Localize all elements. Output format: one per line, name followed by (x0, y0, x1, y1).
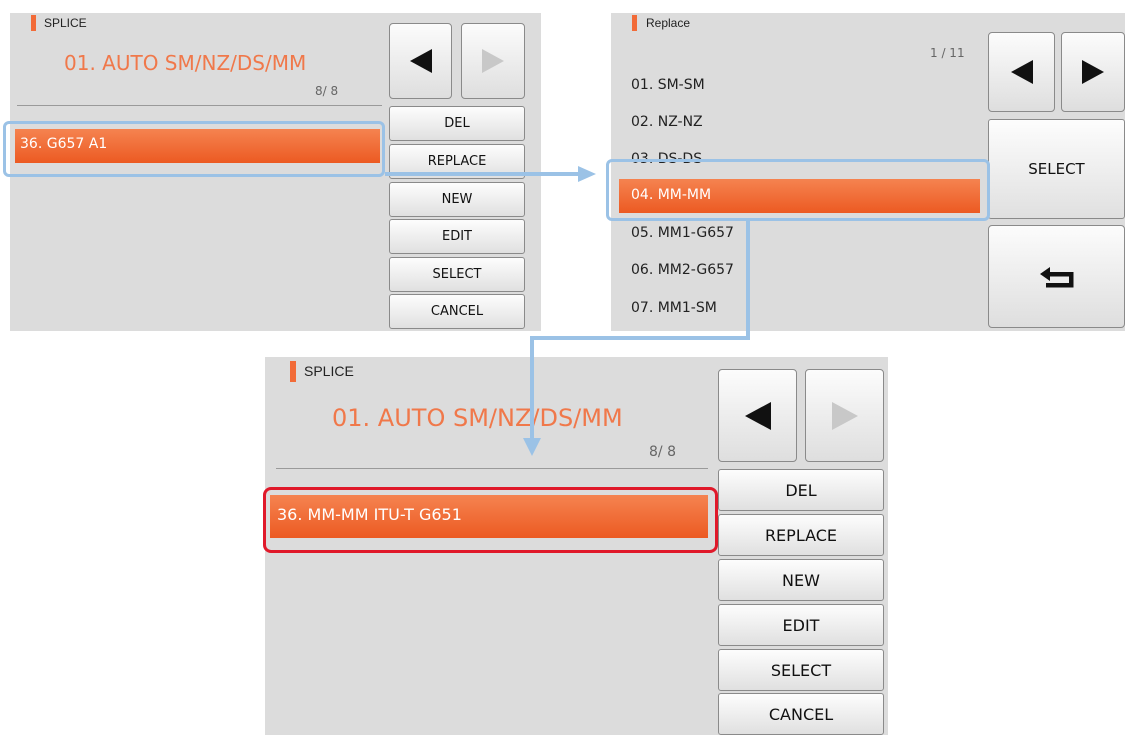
left-triangle-icon (409, 49, 432, 73)
replace-button[interactable]: REPLACE (718, 514, 884, 556)
cancel-button[interactable]: CANCEL (389, 294, 525, 329)
page-indicator: 8/ 8 (649, 444, 676, 460)
splice-mode-label: 01. AUTO SM/NZ/DS/MM (332, 404, 623, 432)
select-button[interactable]: SELECT (718, 649, 884, 691)
right-triangle-icon (482, 49, 504, 73)
list-item[interactable]: 07. MM1-SM (631, 300, 717, 316)
list-item[interactable]: 05. MM1-G657 (631, 225, 734, 241)
prev-page-button[interactable] (988, 32, 1055, 112)
title-accent-bar (31, 15, 36, 31)
next-page-button[interactable] (805, 369, 884, 462)
next-page-button[interactable] (1061, 32, 1125, 112)
page-indicator: 8/ 8 (315, 84, 339, 98)
screen-title: SPLICE (44, 16, 87, 30)
list-item[interactable]: 06. MM2-G657 (631, 262, 734, 278)
edit-button[interactable]: EDIT (718, 604, 884, 646)
title-accent-bar (632, 15, 637, 31)
new-button[interactable]: NEW (389, 182, 525, 217)
next-page-button[interactable] (461, 23, 525, 99)
flow-arrow-head (578, 166, 596, 182)
prev-page-button[interactable] (389, 23, 452, 99)
prev-page-button[interactable] (718, 369, 797, 462)
screen-title: SPLICE (304, 363, 354, 379)
new-button[interactable]: NEW (718, 559, 884, 601)
left-triangle-icon (1010, 60, 1033, 84)
del-button[interactable]: DEL (389, 106, 525, 141)
highlight-box-replace-source (3, 121, 385, 177)
screen-title: Replace (646, 16, 691, 30)
divider (276, 468, 708, 469)
cancel-button[interactable]: CANCEL (718, 693, 884, 735)
right-triangle-icon (831, 401, 858, 430)
highlight-box-replace-choice (606, 159, 990, 221)
select-button[interactable]: SELECT (988, 119, 1125, 219)
splice-mode-label: 01. AUTO SM/NZ/DS/MM (64, 51, 307, 75)
list-item[interactable]: 02. NZ-NZ (631, 114, 703, 130)
list-item[interactable]: 01. SM-SM (631, 77, 705, 93)
page-indicator: 1 / 11 (930, 46, 965, 60)
title-accent-bar (290, 361, 296, 382)
back-button[interactable] (988, 225, 1125, 328)
return-arrow-icon (1039, 266, 1073, 287)
replace-button[interactable]: REPLACE (389, 144, 525, 179)
divider (17, 105, 382, 106)
right-triangle-icon (1082, 60, 1104, 84)
edit-button[interactable]: EDIT (389, 219, 525, 254)
highlight-box-result (263, 487, 718, 553)
del-button[interactable]: DEL (718, 469, 884, 511)
left-triangle-icon (744, 401, 771, 430)
select-button[interactable]: SELECT (389, 257, 525, 292)
